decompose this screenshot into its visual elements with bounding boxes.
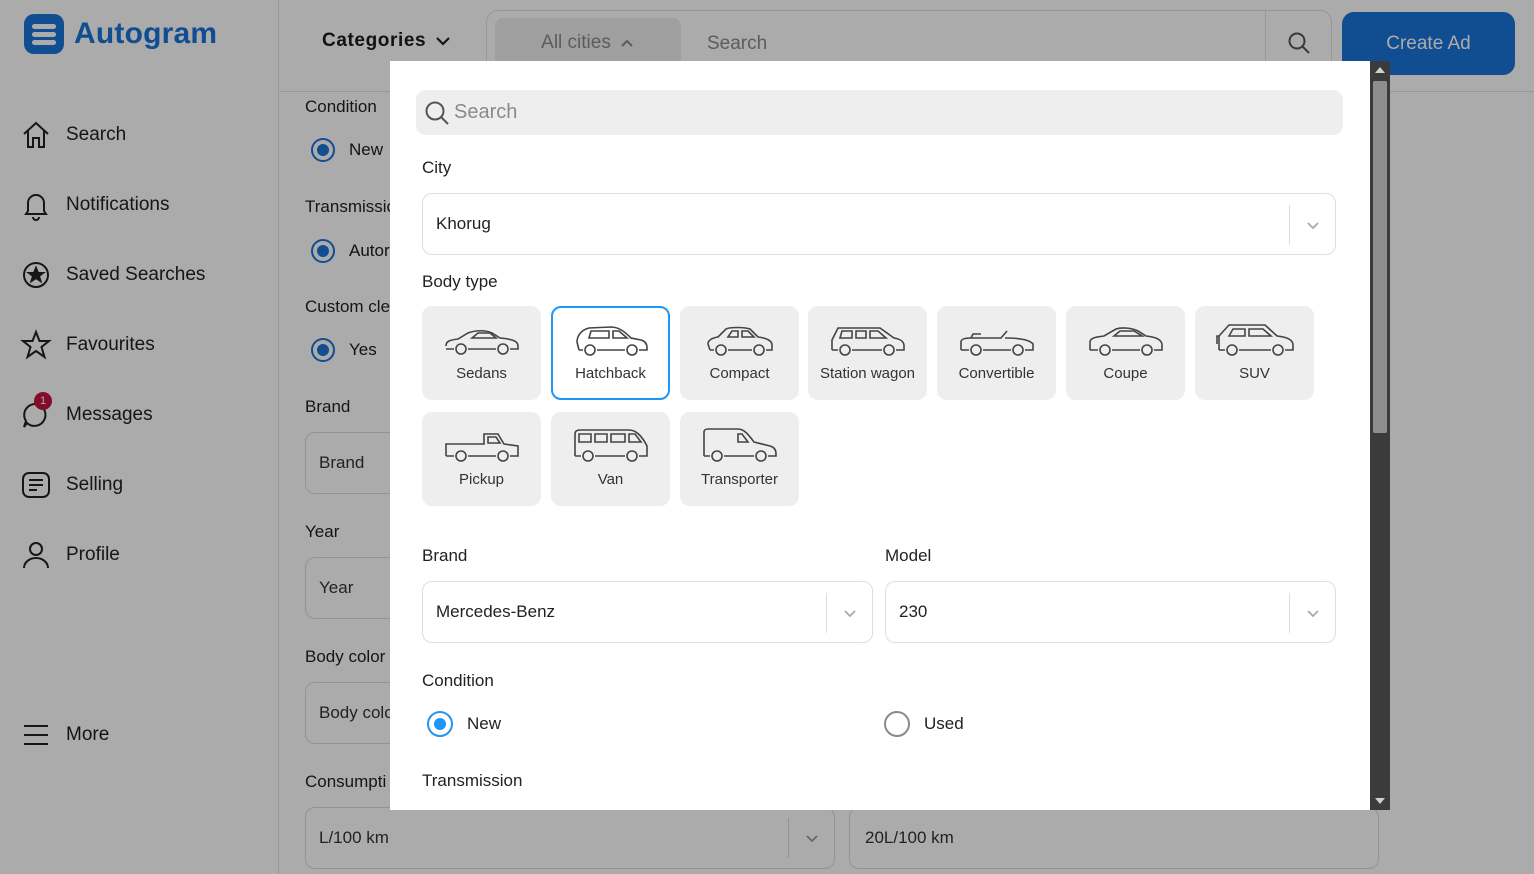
body-type-sedans[interactable]: Sedans xyxy=(422,306,541,400)
body-type-label-text: Pickup xyxy=(458,471,505,488)
body-type-convertible[interactable]: Convertible xyxy=(937,306,1056,400)
scrollbar-thumb[interactable] xyxy=(1373,81,1387,433)
station-wagon-icon xyxy=(830,327,905,356)
scroll-down-arrow-icon[interactable] xyxy=(1375,798,1385,804)
city-filter-modal: City Khorug Body type Sedans Hatchback C… xyxy=(390,61,1390,810)
chevron-down-icon xyxy=(1289,593,1335,633)
city-label: City xyxy=(422,158,452,177)
body-type-van[interactable]: Van xyxy=(551,412,670,506)
modal-content: City Khorug Body type Sedans Hatchback C… xyxy=(390,61,1370,810)
compact-car-icon xyxy=(706,326,773,356)
city-select[interactable]: Khorug xyxy=(422,193,1336,255)
sedan-icon xyxy=(444,329,519,355)
modal-scrollbar[interactable] xyxy=(1370,61,1390,810)
body-type-station-wagon[interactable]: Station wagon xyxy=(808,306,927,400)
brand-label: Brand xyxy=(422,546,468,565)
modal-search-field[interactable] xyxy=(416,90,1343,135)
body-type-label-text: Transporter xyxy=(701,471,778,488)
pickup-truck-icon xyxy=(444,433,519,462)
van-icon xyxy=(573,429,648,462)
body-type-coupe[interactable]: Coupe xyxy=(1066,306,1185,400)
suv-icon xyxy=(1215,324,1294,356)
model-select[interactable]: 230 xyxy=(885,581,1336,643)
city-select-value: Khorug xyxy=(436,214,491,233)
scroll-up-arrow-icon[interactable] xyxy=(1375,67,1385,73)
body-type-label: Body type xyxy=(422,272,498,291)
model-label: Model xyxy=(885,546,932,565)
body-type-label-text: Hatchback xyxy=(575,365,646,382)
search-icon xyxy=(425,101,449,125)
transmission-label: Transmission xyxy=(422,771,523,790)
chevron-down-icon xyxy=(826,593,872,633)
body-type-transporter[interactable]: Transporter xyxy=(680,412,799,506)
brand-select-value: Mercedes-Benz xyxy=(436,602,556,621)
condition-label: Condition xyxy=(422,671,494,690)
brand-select[interactable]: Mercedes-Benz xyxy=(422,581,873,643)
body-type-hatchback[interactable]: Hatchback xyxy=(551,306,670,400)
radio-checked-icon xyxy=(427,711,453,737)
body-type-label-text: SUV xyxy=(1239,365,1270,382)
radio-unchecked-icon xyxy=(884,711,910,737)
hatchback-icon xyxy=(575,326,648,356)
body-type-pickup[interactable]: Pickup xyxy=(422,412,541,506)
transporter-van-icon xyxy=(702,428,777,462)
body-type-label-text: Coupe xyxy=(1103,365,1148,382)
body-type-label-text: Sedans xyxy=(456,365,507,382)
chevron-down-icon xyxy=(1289,205,1335,245)
coupe-icon xyxy=(1088,327,1163,356)
condition-new-radio[interactable]: New xyxy=(427,711,501,737)
model-select-value: 230 xyxy=(899,602,928,621)
body-type-label-text: Convertible xyxy=(958,365,1035,382)
condition-new-label: New xyxy=(467,714,502,733)
body-type-label-text: Van xyxy=(597,471,624,488)
condition-used-radio[interactable]: Used xyxy=(884,711,964,737)
convertible-icon xyxy=(959,330,1034,356)
body-type-label-text: Station wagon xyxy=(819,365,916,382)
condition-used-label: Used xyxy=(924,714,964,733)
body-type-compact[interactable]: Compact xyxy=(680,306,799,400)
modal-search-input[interactable] xyxy=(454,101,1334,124)
body-type-suv[interactable]: SUV xyxy=(1195,306,1314,400)
body-type-label-text: Compact xyxy=(709,365,770,382)
